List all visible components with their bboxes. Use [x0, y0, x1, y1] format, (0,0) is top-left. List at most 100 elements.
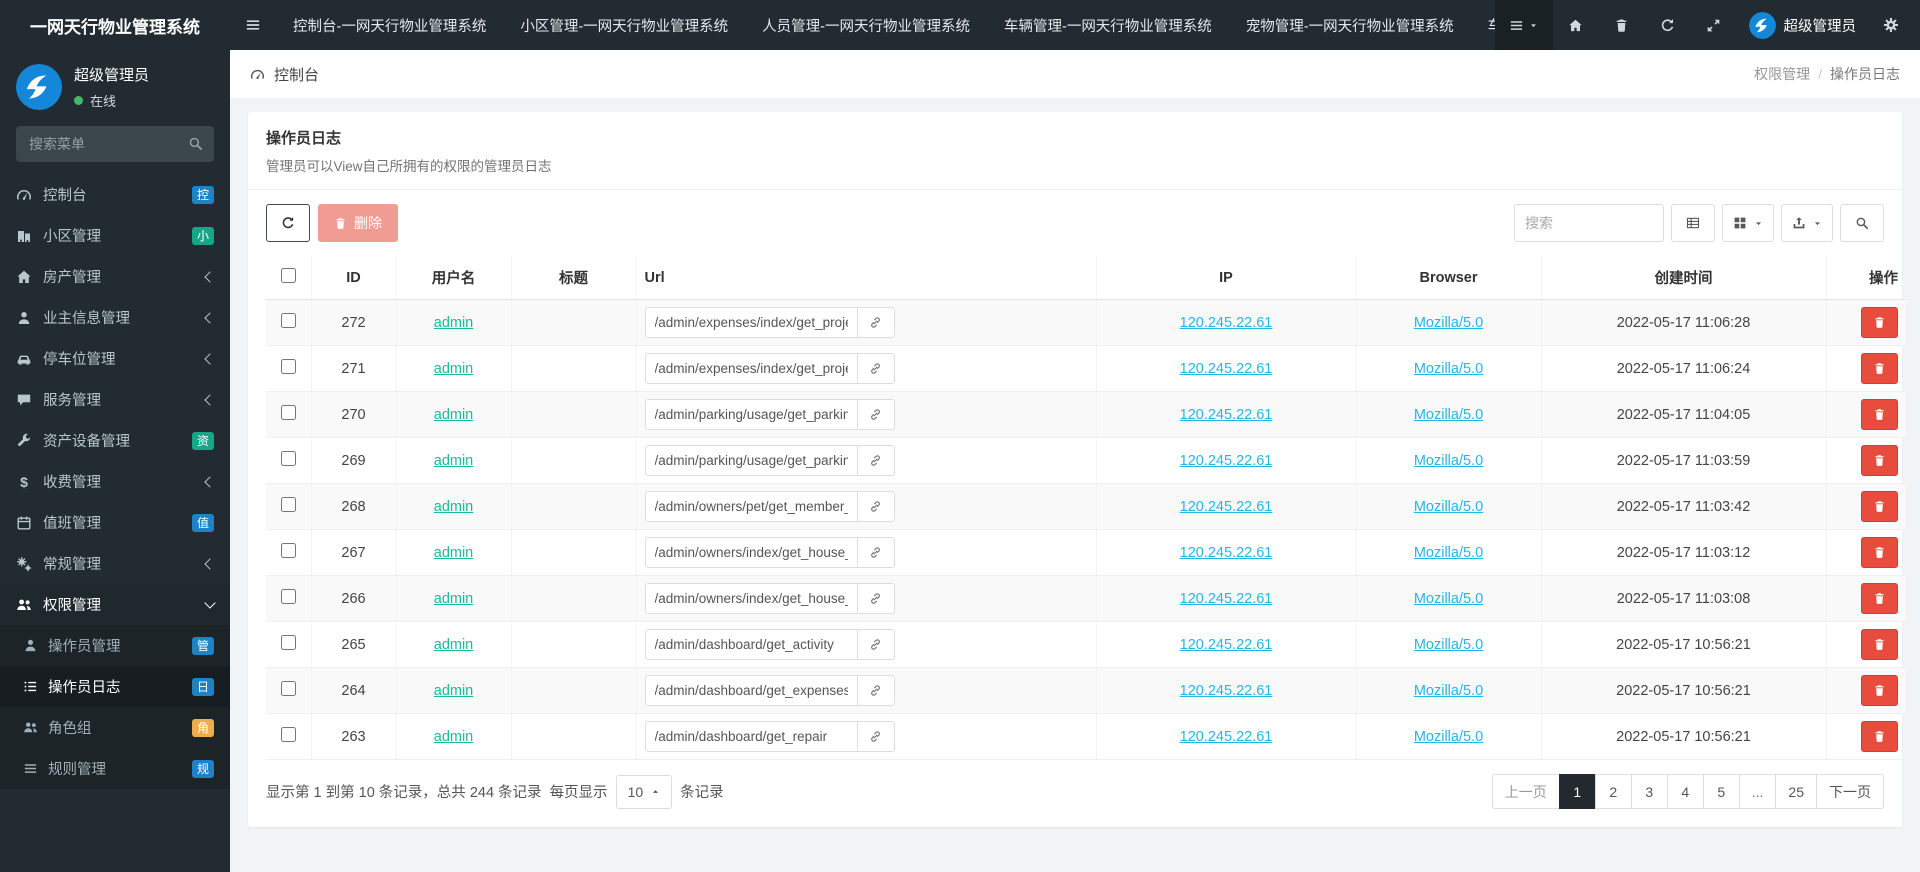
- row-delete-button[interactable]: [1861, 629, 1898, 660]
- view-toggle-button[interactable]: [1671, 204, 1715, 242]
- row-ip-link[interactable]: 120.245.22.61: [1180, 637, 1273, 653]
- row-ip-link[interactable]: 120.245.22.61: [1180, 591, 1273, 607]
- page-prev-button[interactable]: 上一页: [1491, 774, 1560, 809]
- column-header-browser[interactable]: Browser: [1355, 256, 1541, 300]
- row-delete-button[interactable]: [1861, 353, 1898, 384]
- row-browser-link[interactable]: Mozilla/5.0: [1414, 407, 1483, 423]
- column-header-id[interactable]: ID: [310, 256, 396, 300]
- sidebar-item-rolegroup[interactable]: 角色组 角: [0, 707, 230, 748]
- row-delete-button[interactable]: [1861, 721, 1898, 752]
- column-header-created[interactable]: 创建时间: [1540, 256, 1826, 300]
- row-ip-link[interactable]: 120.245.22.61: [1180, 315, 1273, 331]
- sidebar-item-fee[interactable]: $ 收费管理: [0, 461, 230, 502]
- row-username-link[interactable]: admin: [434, 545, 474, 561]
- export-button[interactable]: [1781, 204, 1833, 242]
- row-url-input[interactable]: [644, 491, 858, 522]
- menu-search-input[interactable]: [16, 126, 214, 162]
- row-ip-link[interactable]: 120.245.22.61: [1180, 545, 1273, 561]
- row-username-link[interactable]: admin: [434, 361, 474, 377]
- row-url-link-button[interactable]: [857, 445, 895, 476]
- sidebar-item-service[interactable]: 服务管理: [0, 379, 230, 420]
- row-delete-button[interactable]: [1861, 399, 1898, 430]
- row-url-link-button[interactable]: [857, 307, 895, 338]
- refresh-page-button[interactable]: [1645, 0, 1691, 50]
- row-url-link-button[interactable]: [857, 583, 895, 614]
- delete-button[interactable]: 删除: [318, 204, 398, 242]
- sidebar-item-auth[interactable]: 权限管理: [0, 584, 230, 625]
- row-delete-button[interactable]: [1861, 675, 1898, 706]
- row-url-link-button[interactable]: [857, 537, 895, 568]
- row-browser-link[interactable]: Mozilla/5.0: [1414, 729, 1483, 745]
- sidebar-item-log[interactable]: 操作员日志 日: [0, 666, 230, 707]
- navbar-tab[interactable]: 小区管理-一网天行物业管理系统: [503, 0, 745, 50]
- row-delete-button[interactable]: [1861, 445, 1898, 476]
- row-url-input[interactable]: [644, 307, 858, 338]
- brand[interactable]: 一网天行物业管理系统: [0, 0, 230, 50]
- row-checkbox[interactable]: [280, 405, 296, 420]
- row-username-link[interactable]: admin: [434, 637, 474, 653]
- row-browser-link[interactable]: Mozilla/5.0: [1414, 591, 1483, 607]
- row-browser-link[interactable]: Mozilla/5.0: [1414, 315, 1483, 331]
- row-url-link-button[interactable]: [857, 353, 895, 384]
- row-url-link-button[interactable]: [857, 675, 895, 706]
- navbar-tab[interactable]: 车位管理-一网天行物业管理系统: [1471, 0, 1495, 50]
- column-header-username[interactable]: 用户名: [395, 256, 511, 300]
- row-browser-link[interactable]: Mozilla/5.0: [1414, 453, 1483, 469]
- sidebar-item-rule[interactable]: 规则管理 规: [0, 748, 230, 789]
- row-url-input[interactable]: [644, 537, 858, 568]
- page-number-button[interactable]: 1: [1558, 774, 1596, 809]
- row-browser-link[interactable]: Mozilla/5.0: [1414, 683, 1483, 699]
- row-checkbox[interactable]: [280, 543, 296, 558]
- columns-button[interactable]: [1722, 204, 1774, 242]
- row-url-link-button[interactable]: [857, 399, 895, 430]
- navbar-tab[interactable]: 车辆管理-一网天行物业管理系统: [987, 0, 1229, 50]
- page-number-button[interactable]: 25: [1775, 774, 1817, 809]
- search-toggle-button[interactable]: [1840, 204, 1884, 242]
- sidebar-item-operator[interactable]: 操作员管理 管: [0, 625, 230, 666]
- page-number-button[interactable]: 4: [1666, 774, 1704, 809]
- row-browser-link[interactable]: Mozilla/5.0: [1414, 361, 1483, 377]
- row-delete-button[interactable]: [1861, 307, 1898, 338]
- row-url-input[interactable]: [644, 583, 858, 614]
- row-checkbox[interactable]: [280, 497, 296, 512]
- column-header-title[interactable]: 标题: [510, 256, 636, 300]
- column-header-url[interactable]: Url: [635, 256, 1096, 300]
- sidebar-item-owner[interactable]: 业主信息管理: [0, 297, 230, 338]
- page-number-button[interactable]: 2: [1594, 774, 1632, 809]
- row-username-link[interactable]: admin: [434, 683, 474, 699]
- row-url-input[interactable]: [644, 675, 858, 706]
- row-username-link[interactable]: admin: [434, 499, 474, 515]
- sidebar-item-general[interactable]: 常规管理: [0, 543, 230, 584]
- table-search-input[interactable]: [1514, 204, 1664, 242]
- row-username-link[interactable]: admin: [434, 407, 474, 423]
- row-username-link[interactable]: admin: [434, 453, 474, 469]
- row-browser-link[interactable]: Mozilla/5.0: [1414, 499, 1483, 515]
- row-username-link[interactable]: admin: [434, 315, 474, 331]
- row-checkbox[interactable]: [280, 589, 296, 604]
- row-ip-link[interactable]: 120.245.22.61: [1180, 407, 1273, 423]
- row-url-link-button[interactable]: [857, 721, 895, 752]
- row-checkbox[interactable]: [280, 359, 296, 374]
- row-checkbox[interactable]: [280, 313, 296, 328]
- row-url-input[interactable]: [644, 629, 858, 660]
- page-number-button[interactable]: 5: [1702, 774, 1740, 809]
- page-number-button[interactable]: 3: [1630, 774, 1668, 809]
- column-header-ip[interactable]: IP: [1095, 256, 1356, 300]
- row-ip-link[interactable]: 120.245.22.61: [1180, 729, 1273, 745]
- page-next-button[interactable]: 下一页: [1816, 774, 1884, 809]
- select-all-checkbox[interactable]: [280, 268, 296, 283]
- row-checkbox[interactable]: [280, 451, 296, 466]
- sidebar-item-asset[interactable]: 资产设备管理 资: [0, 420, 230, 461]
- page-size-select[interactable]: 10: [615, 774, 673, 809]
- sidebar-item-house[interactable]: 房产管理: [0, 256, 230, 297]
- settings-button[interactable]: [1868, 0, 1914, 50]
- row-url-input[interactable]: [644, 445, 858, 476]
- navbar-tab[interactable]: 控制台-一网天行物业管理系统: [276, 0, 503, 50]
- row-username-link[interactable]: admin: [434, 729, 474, 745]
- row-url-input[interactable]: [644, 721, 858, 752]
- row-username-link[interactable]: admin: [434, 591, 474, 607]
- row-delete-button[interactable]: [1861, 537, 1898, 568]
- row-browser-link[interactable]: Mozilla/5.0: [1414, 637, 1483, 653]
- row-url-input[interactable]: [644, 353, 858, 384]
- row-ip-link[interactable]: 120.245.22.61: [1180, 453, 1273, 469]
